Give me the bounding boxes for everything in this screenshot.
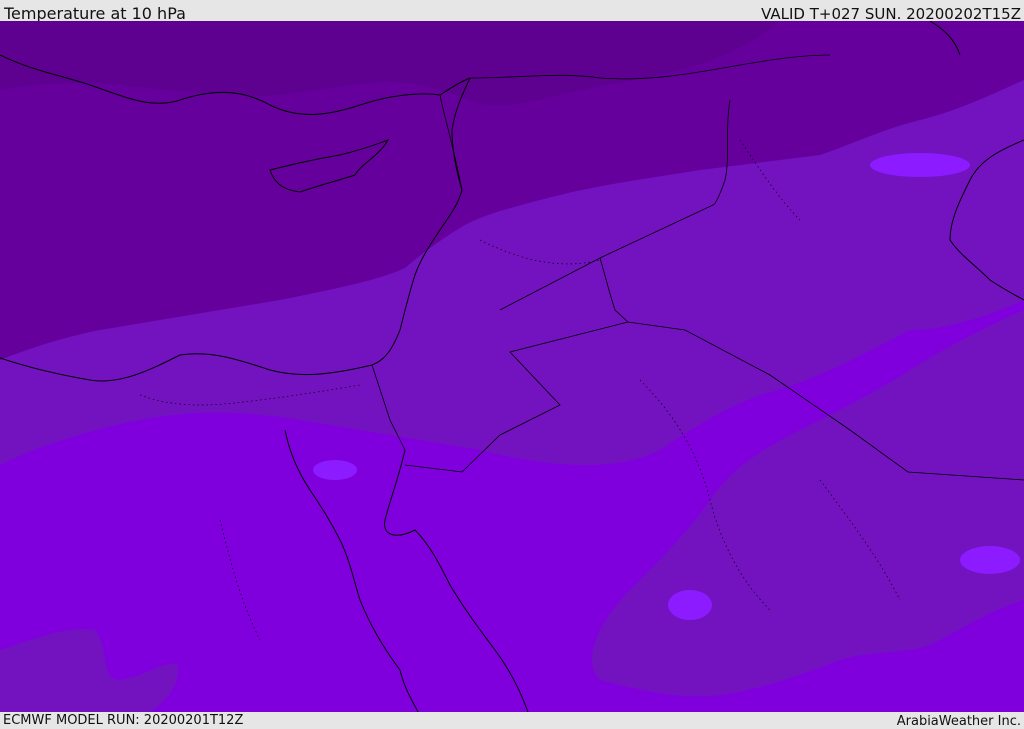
- weather-map: [0, 21, 1024, 712]
- model-run-label: ECMWF MODEL RUN: 20200201T12Z: [3, 713, 244, 728]
- credit-label: ArabiaWeather Inc.: [896, 714, 1021, 729]
- warm-patch-gulf: [870, 153, 970, 177]
- warm-patch-sinai: [313, 460, 357, 480]
- warm-patch-arabia: [668, 590, 712, 620]
- map-frame: Temperature at 10 hPa VALID T+027 SUN. 2…: [0, 0, 1024, 729]
- warm-patch-east: [960, 546, 1020, 574]
